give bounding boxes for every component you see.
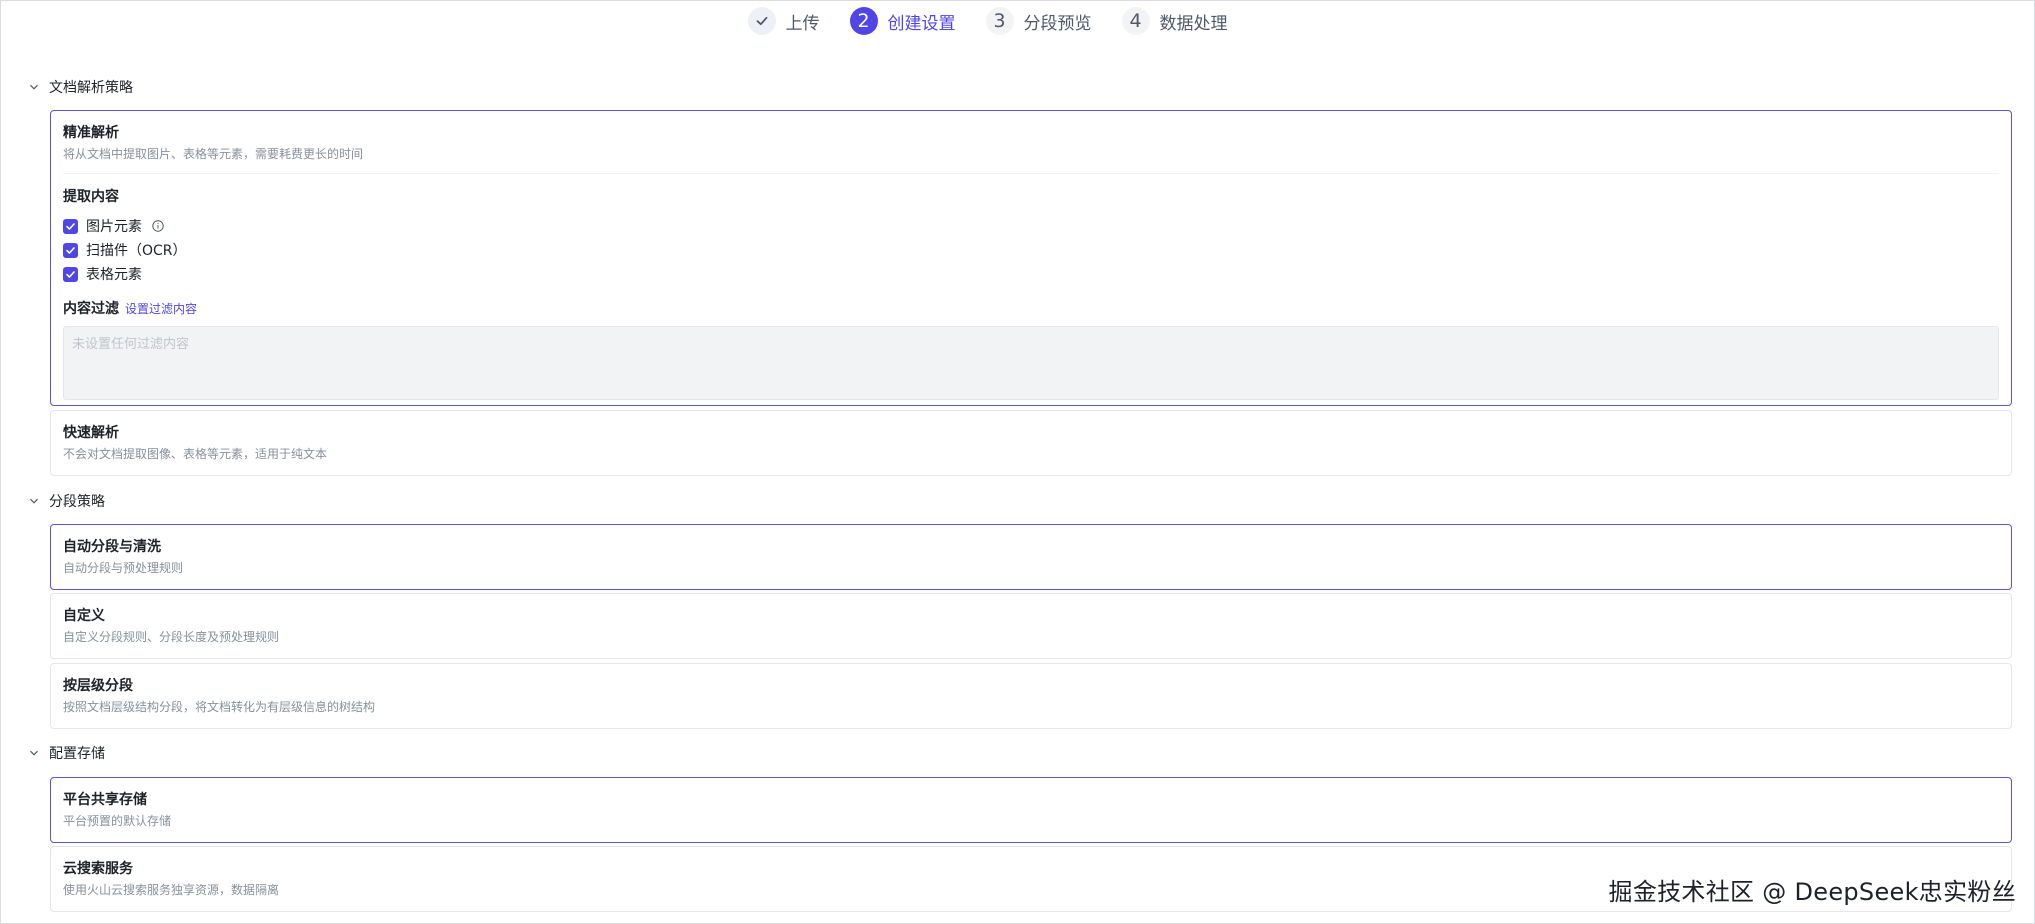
checkbox-ocr[interactable]: 扫描件（OCR） <box>63 238 1999 262</box>
checkbox-checked-icon[interactable] <box>63 218 78 234</box>
stepper: 上传 2 创建设置 3 分段预览 4 数据处理 <box>1 5 2034 37</box>
step-label: 创建设置 <box>887 13 956 34</box>
option-title: 平台共享存储 <box>63 792 147 808</box>
step-create-settings[interactable]: 2 创建设置 <box>849 7 956 35</box>
section-title: 文档解析策略 <box>49 80 133 96</box>
checkbox-image-elements[interactable]: 图片元素 <box>63 214 1999 238</box>
option-title: 自定义 <box>63 608 105 624</box>
option-desc: 自定义分段规则、分段长度及预处理规则 <box>63 630 280 644</box>
option-title: 精准解析 <box>63 125 119 141</box>
step-label: 数据处理 <box>1159 13 1228 34</box>
step-data-processing[interactable]: 4 数据处理 <box>1121 7 1228 35</box>
option-fast-parse[interactable]: 快速解析 不会对文档提取图像、表格等元素，适用于纯文本 <box>50 410 2012 476</box>
step-label: 上传 <box>785 13 820 34</box>
watermark: 掘金技术社区 @ DeepSeek忠实粉丝 <box>1608 878 2016 906</box>
step-segment-preview[interactable]: 3 分段预览 <box>985 7 1092 35</box>
info-icon[interactable] <box>152 220 164 232</box>
step-number: 2 <box>849 7 878 35</box>
set-filter-link[interactable]: 设置过滤内容 <box>125 300 197 317</box>
checkbox-checked-icon[interactable] <box>63 266 78 282</box>
option-auto-segment[interactable]: 自动分段与清洗 自动分段与预处理规则 <box>50 524 2012 590</box>
option-desc: 自动分段与预处理规则 <box>63 561 184 575</box>
section-title: 配置存储 <box>49 746 105 762</box>
option-desc: 将从文档中提取图片、表格等元素，需要耗费更长的时间 <box>63 147 364 161</box>
extract-content-label: 提取内容 <box>63 189 119 205</box>
option-shared-storage[interactable]: 平台共享存储 平台预置的默认存储 <box>50 777 2012 843</box>
checkbox-checked-icon[interactable] <box>63 242 78 258</box>
checkbox-label: 图片元素 <box>86 219 142 235</box>
step-upload[interactable]: 上传 <box>747 7 820 35</box>
content-filter-box[interactable]: 未设置任何过滤内容 <box>63 326 1999 400</box>
option-hierarchy-segment[interactable]: 按层级分段 按照文档层级结构分段，将文档转化为有层级信息的树结构 <box>50 663 2012 729</box>
option-title: 自动分段与清洗 <box>63 539 161 555</box>
check-icon <box>747 7 776 35</box>
section-title: 分段策略 <box>49 494 105 510</box>
section-header-storage[interactable]: 配置存储 <box>29 743 105 763</box>
option-desc: 按照文档层级结构分段，将文档转化为有层级信息的树结构 <box>63 700 376 714</box>
option-title: 按层级分段 <box>63 678 133 694</box>
option-custom-segment[interactable]: 自定义 自定义分段规则、分段长度及预处理规则 <box>50 593 2012 659</box>
section-header-parse[interactable]: 文档解析策略 <box>29 77 133 97</box>
filter-placeholder: 未设置任何过滤内容 <box>72 337 190 352</box>
step-number: 4 <box>1121 7 1150 35</box>
content-filter-label: 内容过滤 <box>63 301 119 317</box>
checkbox-label: 表格元素 <box>86 267 142 283</box>
step-number: 3 <box>985 7 1014 35</box>
option-title: 快速解析 <box>63 425 119 441</box>
option-desc: 不会对文档提取图像、表格等元素，适用于纯文本 <box>63 447 328 461</box>
step-label: 分段预览 <box>1023 13 1092 34</box>
chevron-down-icon <box>29 82 39 92</box>
section-header-segment[interactable]: 分段策略 <box>29 491 105 511</box>
option-precise-parse[interactable]: 精准解析 将从文档中提取图片、表格等元素，需要耗费更长的时间 提取内容 图片元素… <box>50 110 2012 406</box>
checkbox-table-elements[interactable]: 表格元素 <box>63 262 1999 286</box>
chevron-down-icon <box>29 496 39 506</box>
content-filter-row: 内容过滤 设置过滤内容 <box>63 298 1999 318</box>
option-desc: 平台预置的默认存储 <box>63 814 172 828</box>
divider <box>63 173 1999 174</box>
checkbox-label: 扫描件（OCR） <box>86 243 187 259</box>
chevron-down-icon <box>29 748 39 758</box>
